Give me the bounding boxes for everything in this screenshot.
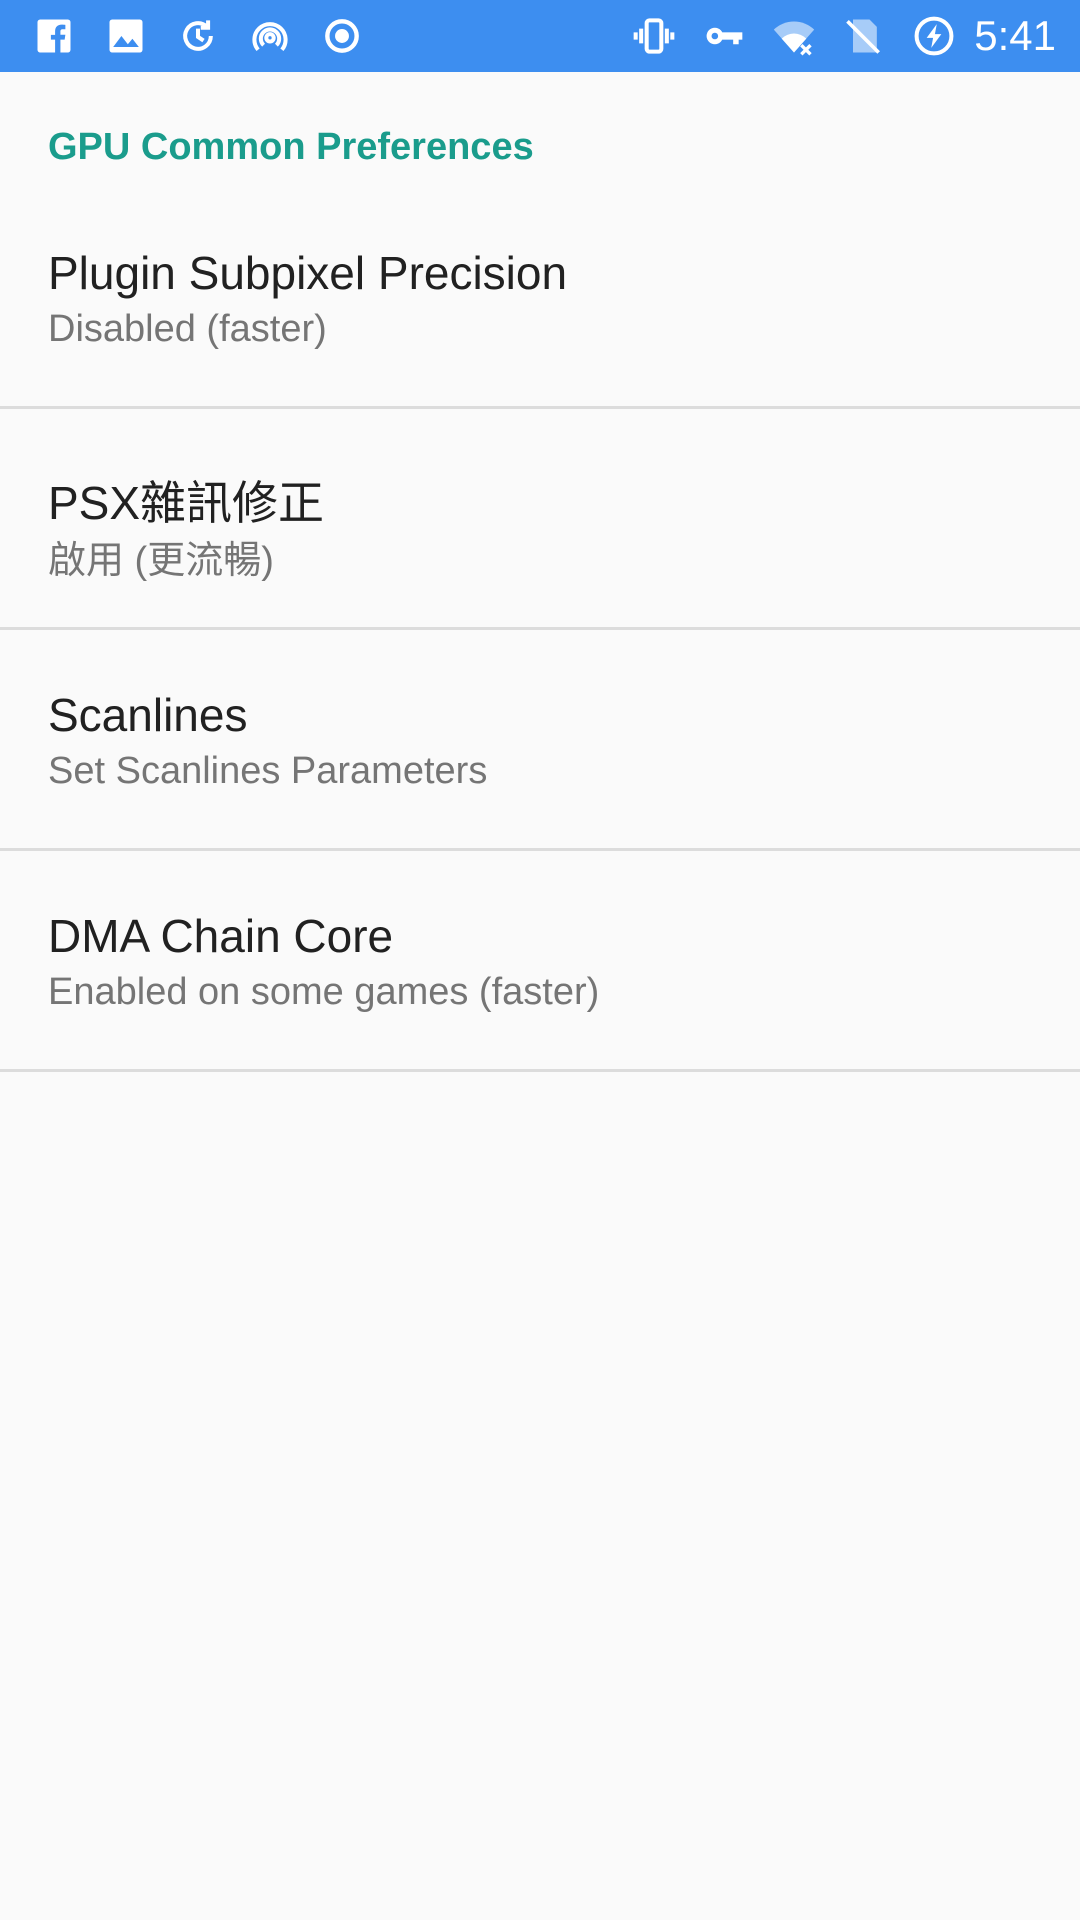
image-icon <box>104 14 148 58</box>
pref-title: Scanlines <box>48 689 248 741</box>
facebook-icon <box>32 14 76 58</box>
battery-charging-icon <box>912 14 956 58</box>
no-sim-icon <box>842 14 886 58</box>
pref-summary: Enabled on some games (faster) <box>48 971 600 1013</box>
preference-category: GPU Common Preferences <box>0 72 1080 228</box>
pref-title: DMA Chain Core <box>48 910 394 962</box>
pref-title: Plugin Subpixel Precision <box>48 247 568 299</box>
pref-dma-chain-core[interactable]: DMA Chain Core Enabled on some games (fa… <box>0 851 1080 1072</box>
preferences-screen: GPU Common Preferences Plugin Subpixel P… <box>0 72 1080 1072</box>
pref-psx-noise-fix[interactable]: PSX雜訊修正 啟用 (更流暢) <box>0 409 1080 630</box>
category-title: GPU Common Preferences <box>48 126 534 168</box>
pref-summary: 啟用 (更流暢) <box>48 540 274 582</box>
vpn-key-icon <box>702 14 746 58</box>
pref-scanlines[interactable]: Scanlines Set Scanlines Parameters <box>0 630 1080 851</box>
pref-summary: Disabled (faster) <box>48 308 327 350</box>
pref-summary: Set Scanlines Parameters <box>48 750 488 792</box>
pref-plugin-subpixel-precision[interactable]: Plugin Subpixel Precision Disabled (fast… <box>0 228 1080 409</box>
wifi-icon <box>772 14 816 58</box>
sync-icon <box>176 14 220 58</box>
clock: 5:41 <box>974 12 1056 59</box>
system-icons: 5:41 <box>632 0 1056 72</box>
notification-icons <box>32 0 392 72</box>
record-icon <box>320 14 364 58</box>
pref-title: PSX雜訊修正 <box>48 477 325 529</box>
hotspot-icon <box>248 14 292 58</box>
status-bar: 5:41 <box>0 0 1080 72</box>
vibrate-icon <box>632 14 676 58</box>
